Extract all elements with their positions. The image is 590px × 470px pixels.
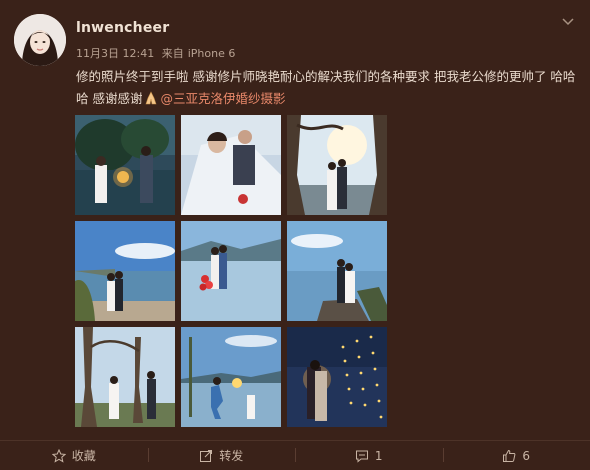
post-meta: 11月3日 12:41 来自 iPhone 6 (76, 45, 239, 61)
comment-button[interactable]: 1 (295, 441, 443, 470)
avatar[interactable] (14, 14, 66, 66)
photo-7[interactable] (75, 327, 175, 427)
photo-1[interactable] (75, 115, 175, 215)
username[interactable]: lnwencheer (76, 20, 169, 36)
action-toolbar: 收藏 转发 1 6 (0, 440, 590, 470)
photo-6[interactable] (287, 221, 387, 321)
post-source: iPhone 6 (188, 47, 236, 60)
chevron-down-icon[interactable] (560, 14, 576, 30)
photo-9[interactable] (287, 327, 387, 427)
mention-link[interactable]: @三亚克洛伊婚纱摄影 (160, 91, 285, 106)
thumbs-up-icon (502, 449, 516, 463)
comment-icon (355, 449, 369, 463)
source-prefix: 来自 (162, 47, 184, 60)
favorite-button[interactable]: 收藏 (0, 441, 148, 470)
photo-8[interactable] (181, 327, 281, 427)
like-count: 6 (522, 449, 530, 463)
photo-2[interactable] (181, 115, 281, 215)
post-date[interactable]: 11月3日 12:41 (76, 47, 154, 60)
star-icon (52, 449, 66, 463)
weibo-post: lnwencheer 11月3日 12:41 来自 iPhone 6 修的照片终于… (0, 0, 590, 469)
photo-3[interactable] (287, 115, 387, 215)
favorite-label: 收藏 (72, 447, 96, 464)
repost-icon (199, 449, 213, 463)
repost-button[interactable]: 转发 (148, 441, 296, 470)
photo-4[interactable] (75, 221, 175, 321)
repost-label: 转发 (219, 447, 243, 464)
photo-5[interactable] (181, 221, 281, 321)
post-text: 修的照片终于到手啦 感谢修片师晓艳耐心的解决我们的各种要求 把我老公修的更帅了 … (76, 66, 581, 110)
photo-grid (75, 115, 387, 427)
comment-count: 1 (375, 449, 383, 463)
like-button[interactable]: 6 (443, 441, 590, 470)
praying-hands-icon (144, 90, 158, 104)
